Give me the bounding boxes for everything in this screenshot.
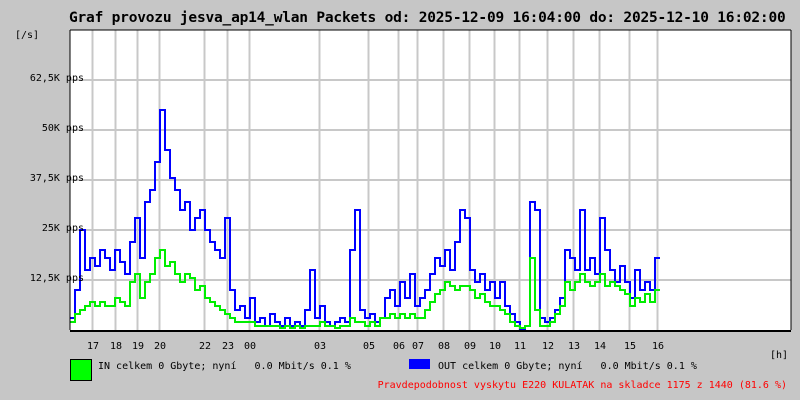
probability-note: Pravdepodobnost vyskytu E220 KULATAK na … <box>377 380 787 391</box>
x-tick-label: 07 <box>411 341 425 352</box>
x-tick-label: 10 <box>488 341 502 352</box>
x-tick-label: 20 <box>153 341 167 352</box>
y-tick-label: 37,5K pps <box>29 173 84 184</box>
x-tick-label: 19 <box>131 341 145 352</box>
x-tick-label: 18 <box>109 341 123 352</box>
x-tick-label: 11 <box>513 341 527 352</box>
x-tick-label: 03 <box>313 341 327 352</box>
y-tick-label: 62,5K pps <box>29 73 84 84</box>
out-legend-label: OUT celkem 0 Gbyte; nyní 0.0 Mbit/s 0.1 … <box>438 361 697 372</box>
out-legend-swatch <box>409 359 430 369</box>
x-tick-label: 08 <box>437 341 451 352</box>
y-tick-label: 50K pps <box>41 123 84 134</box>
x-tick-label: 06 <box>392 341 406 352</box>
y-tick-label: 25K pps <box>41 223 84 234</box>
in-legend-label: IN celkem 0 Gbyte; nyní 0.0 Mbit/s 0.1 % <box>98 361 351 372</box>
x-tick-label: 15 <box>623 341 637 352</box>
x-tick-label: 12 <box>541 341 555 352</box>
x-tick-label: 16 <box>651 341 665 352</box>
x-tick-label: 22 <box>198 341 212 352</box>
x-tick-label: 09 <box>463 341 477 352</box>
x-tick-label: 23 <box>221 341 235 352</box>
x-tick-label: 05 <box>362 341 376 352</box>
x-tick-label: 13 <box>567 341 581 352</box>
x-tick-label: 00 <box>243 341 257 352</box>
plot-area <box>69 29 792 332</box>
in-legend-swatch <box>70 359 92 381</box>
x-tick-label: 14 <box>593 341 607 352</box>
x-tick-label: 17 <box>86 341 100 352</box>
y-tick-label: 12,5K pps <box>29 273 84 284</box>
